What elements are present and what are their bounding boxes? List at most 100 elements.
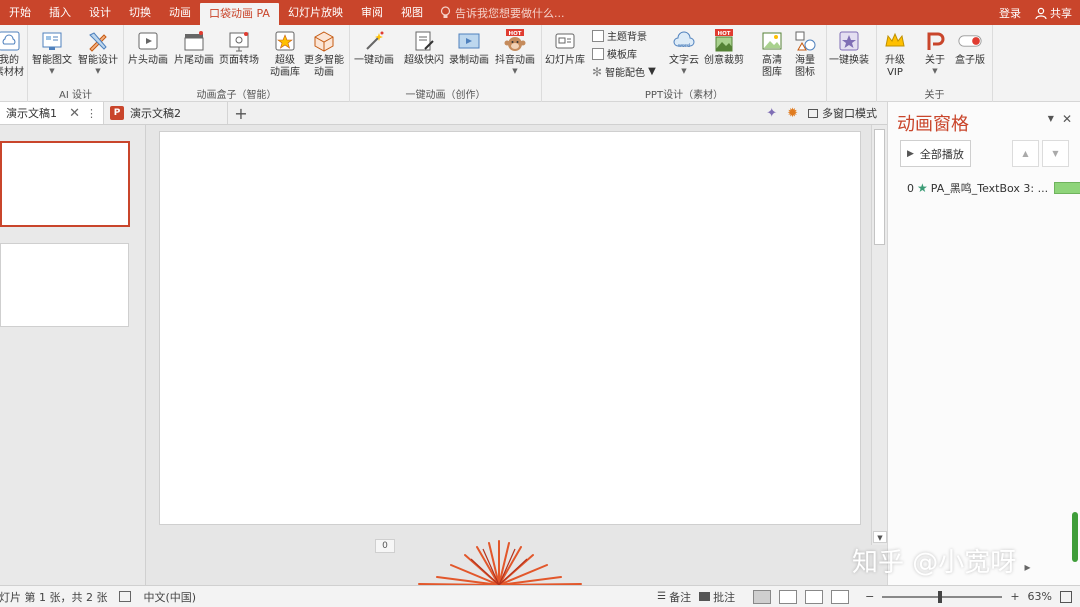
settings-gear-icon[interactable]: ✹ bbox=[787, 106, 798, 121]
tab-insert[interactable]: 插入 bbox=[40, 0, 80, 25]
animation-item-name: PA_黑鸣_TextBox 3: ... bbox=[930, 182, 1049, 195]
slide-library-label: 幻灯片库 bbox=[545, 55, 585, 66]
close-icon[interactable]: ✕ bbox=[69, 106, 80, 121]
tab-pocket-animation[interactable]: 口袋动画 PA bbox=[200, 3, 279, 25]
new-tab-button[interactable]: + bbox=[228, 102, 254, 124]
vertical-scrollbar[interactable]: ▼ bbox=[871, 125, 887, 545]
zoom-in-button[interactable]: + bbox=[1010, 590, 1019, 603]
slideshow-view-icon[interactable] bbox=[831, 589, 850, 604]
outro-animation-label: 片尾动画 bbox=[174, 55, 214, 66]
smart-color-button[interactable]: ✻ 智能配色 ▼ bbox=[592, 64, 656, 80]
template-library-button[interactable]: 模板库 bbox=[592, 46, 637, 61]
slide-library-button[interactable]: 幻灯片库 bbox=[545, 29, 585, 67]
smart-design-button[interactable]: 智能设计 ▼ bbox=[78, 29, 118, 75]
theme-background-button[interactable]: 主题背景 bbox=[592, 28, 647, 43]
tell-me-box[interactable]: 告诉我您想要做什么... bbox=[440, 5, 564, 21]
pane-scrollbar[interactable] bbox=[1072, 512, 1078, 562]
tab-review[interactable]: 审阅 bbox=[352, 0, 392, 25]
group-label-ai-design: AI 设计 bbox=[59, 90, 92, 101]
fit-to-window-icon[interactable] bbox=[1060, 590, 1072, 603]
hd-gallery-label-1: 高清 bbox=[762, 55, 782, 66]
pane-options-icon[interactable]: ▼ bbox=[1048, 112, 1054, 126]
smart-graphic-label: 智能图文 bbox=[32, 55, 72, 66]
notes-button[interactable]: ☰ 备注 bbox=[657, 589, 691, 605]
window-icon bbox=[808, 108, 818, 118]
share-button[interactable]: 共享 bbox=[1035, 5, 1072, 21]
scrollbar-thumb[interactable] bbox=[874, 129, 885, 245]
template-library-label: 模板库 bbox=[607, 50, 637, 61]
more-smart-animation-button[interactable]: 更多智能 动画 bbox=[304, 29, 344, 79]
creative-crop-button[interactable]: HOT 创意裁剪 bbox=[704, 29, 744, 67]
document-tab-1[interactable]: 演示文稿1 ✕ ⋮ bbox=[0, 102, 104, 124]
tab-animations[interactable]: 动画 bbox=[160, 0, 200, 25]
one-click-swap-button[interactable]: 一键换装 bbox=[829, 29, 869, 67]
slide-sorter-icon[interactable] bbox=[779, 589, 798, 604]
menu-bar: 开始 插入 设计 切换 动画 口袋动画 PA 幻灯片放映 审阅 视图 告诉我您想… bbox=[0, 0, 1080, 25]
intro-animation-button[interactable]: 片头动画 bbox=[128, 29, 168, 67]
outro-animation-button[interactable]: 片尾动画 bbox=[174, 29, 214, 67]
group-ai-design: 智能图文 ▼ 智能设计 ▼ AI 设计 bbox=[28, 25, 124, 102]
super-animation-library-button[interactable]: 超级 动画库 bbox=[270, 29, 300, 79]
super-flash-button[interactable]: 超级快闪 bbox=[404, 29, 444, 67]
more-smart-label-1: 更多智能 bbox=[304, 55, 344, 66]
hd-gallery-label-2: 图库 bbox=[762, 67, 782, 78]
zoom-slider-knob[interactable] bbox=[938, 590, 943, 603]
chevron-down-icon: ▼ bbox=[512, 67, 518, 75]
tab-transitions[interactable]: 切换 bbox=[120, 0, 160, 25]
douyin-animation-button[interactable]: HOT 抖音动画 ▼ bbox=[495, 29, 535, 75]
zoom-out-button[interactable]: − bbox=[865, 590, 874, 603]
notes-label: 备注 bbox=[669, 590, 692, 604]
hot-badge-text: HOT bbox=[717, 31, 730, 37]
group-one-click: 一键动画 超级快闪 录制动画 HOT 抖音动画 ▼ 一键动画（创作） bbox=[350, 25, 542, 102]
hd-gallery-button[interactable]: 高清 图库 bbox=[760, 29, 784, 79]
animation-item-index: 0 bbox=[907, 181, 914, 195]
one-click-animation-button[interactable]: 一键动画 bbox=[354, 29, 394, 67]
tab-design[interactable]: 设计 bbox=[80, 0, 120, 25]
slide-canvas[interactable] bbox=[159, 131, 861, 525]
box-edition-toggle[interactable]: 盒子版 bbox=[955, 29, 985, 67]
comments-button[interactable]: 批注 bbox=[699, 589, 735, 605]
tab-slideshow[interactable]: 幻灯片放映 bbox=[279, 0, 352, 25]
pencil-ruler-icon bbox=[86, 29, 110, 53]
close-pane-icon[interactable]: ✕ bbox=[1062, 112, 1072, 126]
zoom-slider[interactable] bbox=[882, 590, 1003, 603]
creative-crop-label: 创意裁剪 bbox=[704, 55, 744, 66]
page-transition-button[interactable]: 页面转场 bbox=[219, 29, 259, 67]
language-status[interactable]: 中文(中国) bbox=[143, 589, 196, 605]
star-box-icon bbox=[273, 29, 297, 53]
upgrade-vip-button[interactable]: 升级 VIP bbox=[883, 29, 907, 79]
text-cloud-button[interactable]: word 文字云 ▼ bbox=[669, 29, 699, 75]
record-animation-button[interactable]: 录制动画 bbox=[449, 29, 489, 67]
slide-thumbnail-2[interactable] bbox=[0, 243, 129, 327]
document-tabs: 演示文稿1 ✕ ⋮ P 演示文稿2 + ✦ ✹ 多窗口模式 bbox=[0, 102, 887, 125]
my-material-button[interactable]: 我的 素材材 bbox=[0, 29, 24, 79]
about-button[interactable]: 关于 ▼ bbox=[923, 29, 947, 75]
lightbulb-icon bbox=[440, 6, 451, 18]
more-options-icon[interactable]: ⋮ bbox=[86, 107, 97, 120]
normal-view-icon[interactable] bbox=[753, 589, 772, 604]
super-library-label-1: 超级 bbox=[275, 55, 295, 66]
smart-graphic-button[interactable]: 智能图文 ▼ bbox=[32, 29, 72, 75]
watermark-label: 知乎 @小宽呀 bbox=[852, 548, 1017, 578]
mass-icon-button[interactable]: 海量 图标 bbox=[793, 29, 817, 79]
magic-star-icon[interactable]: ✦ bbox=[766, 106, 777, 121]
play-all-button[interactable]: ▶ 全部播放 bbox=[900, 140, 971, 167]
multi-window-button[interactable]: 多窗口模式 bbox=[808, 105, 877, 121]
spellcheck-icon[interactable] bbox=[119, 591, 132, 602]
move-down-button[interactable]: ▼ bbox=[1042, 140, 1069, 167]
box-edition-label: 盒子版 bbox=[955, 55, 985, 66]
group-label-about: 关于 bbox=[924, 90, 945, 101]
login-link[interactable]: 登录 bbox=[999, 5, 1021, 21]
slide-thumbnail-1[interactable] bbox=[0, 141, 130, 227]
move-up-button[interactable]: ▲ bbox=[1012, 140, 1039, 167]
super-library-label-2: 动画库 bbox=[270, 67, 300, 78]
mass-icon-label-2: 图标 bbox=[795, 67, 815, 78]
tab-home[interactable]: 开始 bbox=[0, 0, 40, 25]
tab-view[interactable]: 视图 bbox=[392, 0, 432, 25]
animation-item[interactable]: 0 ★ PA_黑鸣_TextBox 3: ... bbox=[907, 180, 1080, 196]
mass-icon-label-1: 海量 bbox=[795, 55, 815, 66]
reading-view-icon[interactable] bbox=[805, 589, 824, 604]
multi-window-label: 多窗口模式 bbox=[822, 107, 877, 120]
document-tab-2[interactable]: P 演示文稿2 bbox=[104, 102, 228, 124]
zoom-level[interactable]: 63% bbox=[1028, 590, 1052, 603]
